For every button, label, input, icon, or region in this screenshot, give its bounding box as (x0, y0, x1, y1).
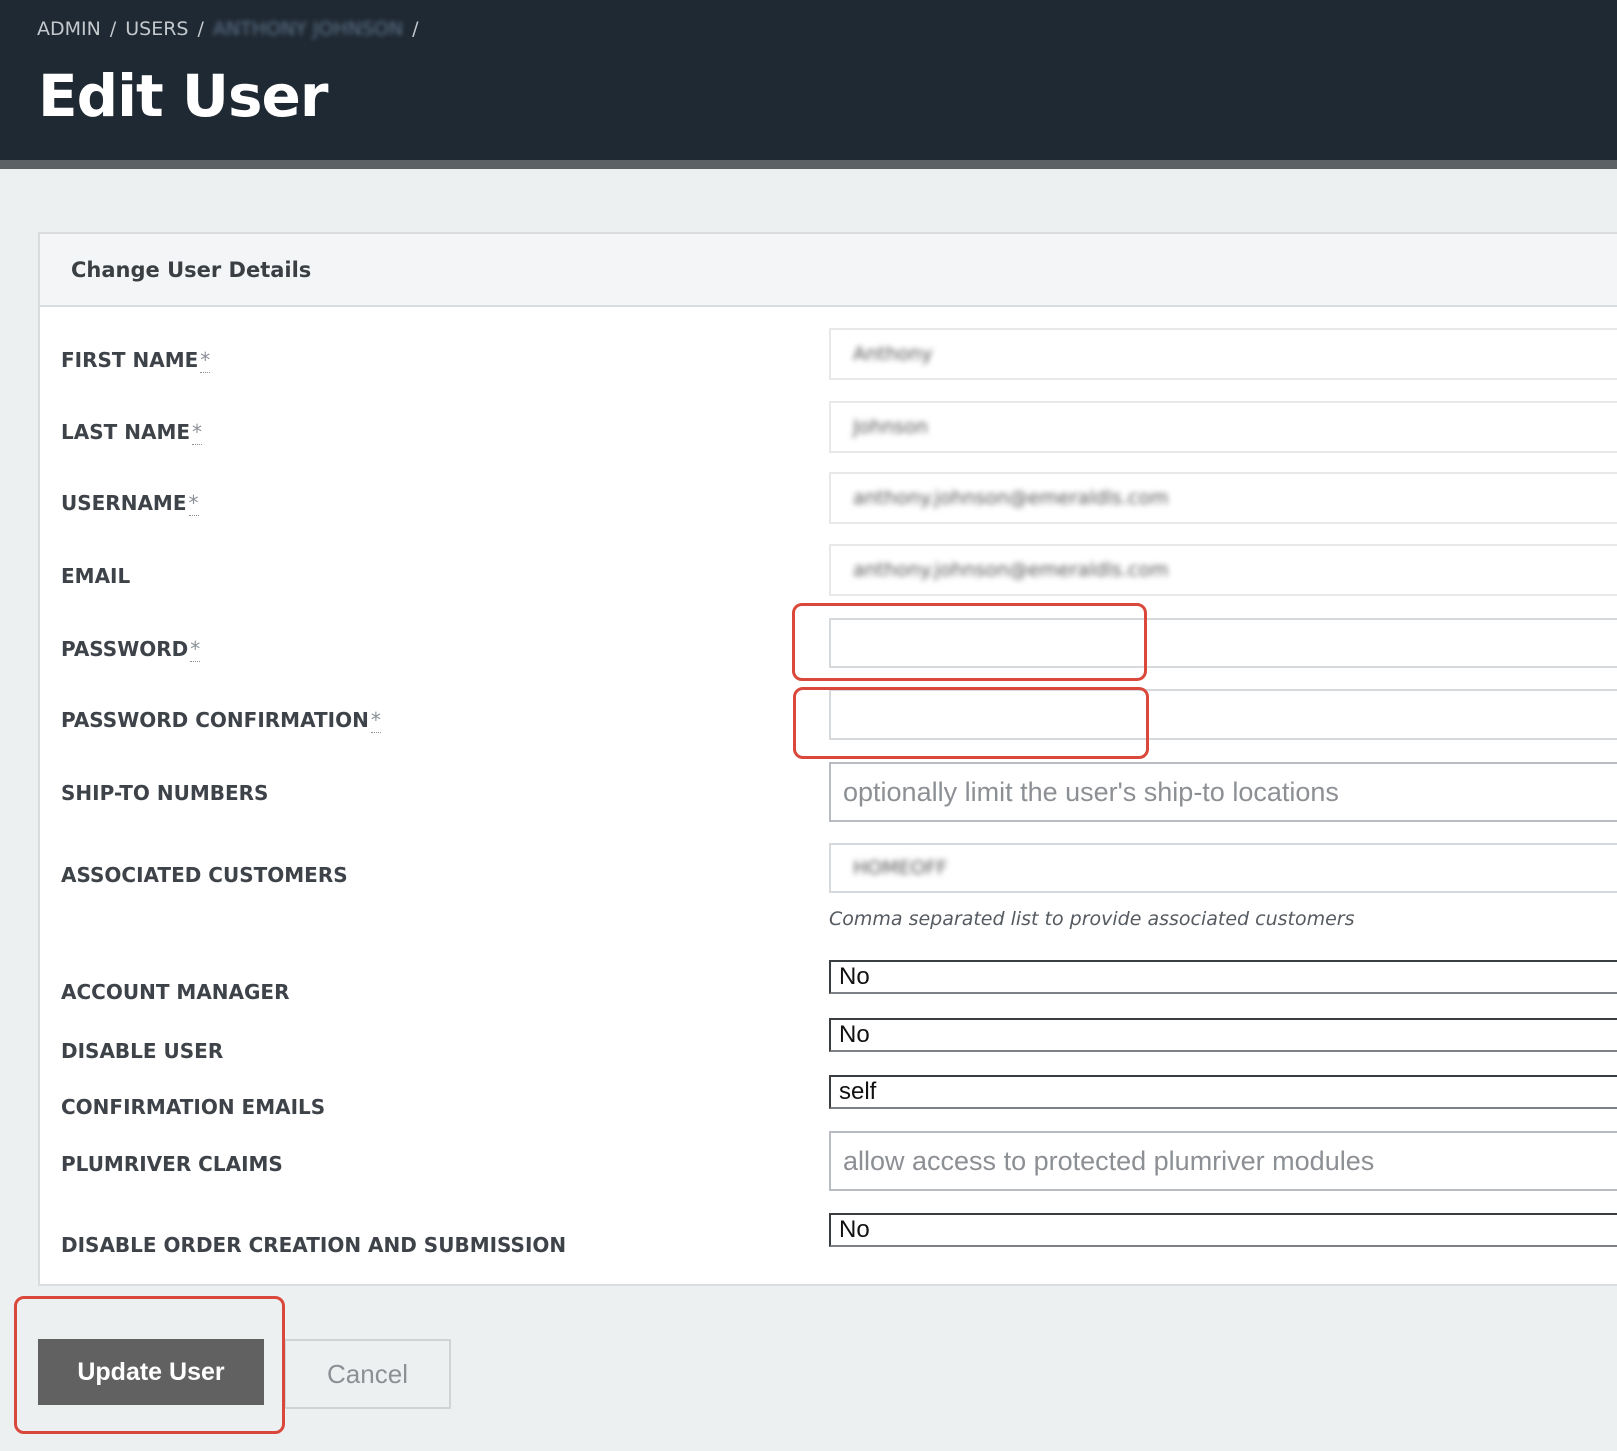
breadcrumb-user-name[interactable]: ANTHONY JOHNSON (213, 18, 403, 40)
last-name-label: LAST NAME * (61, 420, 203, 445)
panel-title: Change User Details (71, 258, 312, 282)
required-marker: * (190, 637, 201, 662)
associated-customers-hint: Comma separated list to provide associat… (829, 908, 1355, 930)
first-name-input[interactable]: Anthony (829, 328, 1617, 380)
breadcrumb-users[interactable]: USERS (125, 18, 188, 40)
password-input[interactable] (829, 618, 1617, 668)
required-marker: * (200, 348, 211, 373)
breadcrumb-separator: / (109, 18, 117, 40)
page-header: ADMIN / USERS / ANTHONY JOHNSON / Edit User (0, 0, 1617, 160)
panel-header: Change User Details (40, 234, 1617, 307)
username-input[interactable]: anthony.johnson@emeraldls.com (829, 472, 1617, 524)
associated-customers-label: ASSOCIATED CUSTOMERS (61, 863, 348, 887)
email-label: EMAIL (61, 564, 131, 588)
user-details-panel: Change User Details (38, 232, 1617, 1286)
ship-to-numbers-input[interactable]: optionally limit the user's ship-to loca… (829, 762, 1617, 822)
required-marker: * (370, 708, 381, 733)
required-marker: * (192, 420, 203, 445)
disable-user-label: DISABLE USER (61, 1039, 224, 1063)
confirmation-emails-select[interactable]: self (829, 1075, 1617, 1109)
username-label: USERNAME * (61, 491, 199, 516)
first-name-label: FIRST NAME * (61, 348, 211, 373)
breadcrumb: ADMIN / USERS / ANTHONY JOHNSON / (37, 18, 428, 40)
associated-customers-input[interactable]: HOMEOFF (829, 843, 1617, 893)
password-label: PASSWORD * (61, 637, 201, 662)
breadcrumb-separator: / (197, 18, 204, 40)
plumriver-claims-input[interactable]: allow access to protected plumriver modu… (829, 1131, 1617, 1191)
plumriver-claims-label: PLUMRIVER CLAIMS (61, 1152, 283, 1176)
disable-order-creation-select[interactable]: No (829, 1213, 1617, 1247)
email-input[interactable]: anthony.johnson@emeraldls.com (829, 544, 1617, 596)
password-confirmation-input[interactable] (829, 689, 1617, 740)
account-manager-select[interactable]: No (829, 960, 1617, 994)
last-name-input[interactable]: Johnson (829, 401, 1617, 453)
cancel-button[interactable]: Cancel (284, 1339, 451, 1409)
disable-order-creation-label: DISABLE ORDER CREATION AND SUBMISSION (61, 1233, 567, 1257)
breadcrumb-admin[interactable]: ADMIN (37, 18, 101, 40)
confirmation-emails-label: CONFIRMATION EMAILS (61, 1095, 326, 1119)
required-marker: * (188, 491, 199, 516)
page-title: Edit User (38, 62, 328, 130)
breadcrumb-separator: / (412, 18, 419, 40)
header-divider (0, 160, 1617, 169)
disable-user-select[interactable]: No (829, 1018, 1617, 1052)
account-manager-label: ACCOUNT MANAGER (61, 980, 290, 1004)
update-user-button[interactable]: Update User (38, 1339, 264, 1405)
password-confirmation-label: PASSWORD CONFIRMATION * (61, 708, 381, 733)
ship-to-numbers-label: SHIP-TO NUMBERS (61, 781, 269, 805)
